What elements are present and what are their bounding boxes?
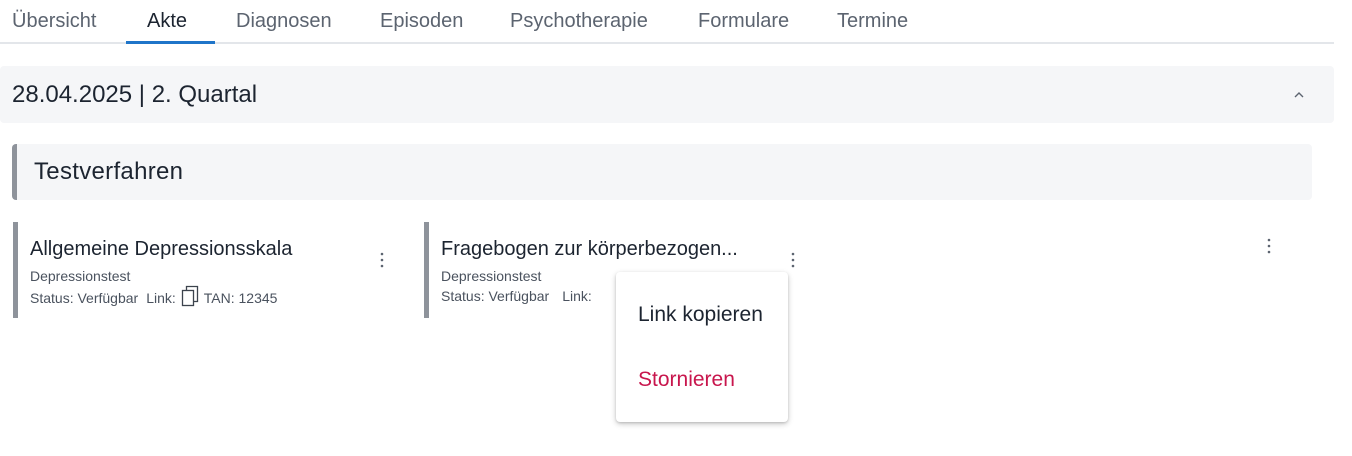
card-meta: Status: Verfügbar Link: TAN: 12345 xyxy=(30,285,278,308)
card-meta: Status: Verfügbar Link: xyxy=(441,288,592,304)
tab-formulare[interactable]: Formulare xyxy=(698,10,789,33)
card-category: Depressionstest xyxy=(30,268,131,284)
card-title: Fragebogen zur körperbezogen... xyxy=(441,238,738,260)
more-options-icon[interactable] xyxy=(787,250,799,270)
section-title: 28.04.2025 | 2. Quartal xyxy=(12,81,258,108)
tab-diagnosen[interactable]: Diagnosen xyxy=(236,10,332,33)
tab-termine[interactable]: Termine xyxy=(837,10,908,33)
quarter-section-header[interactable]: 28.04.2025 | 2. Quartal xyxy=(0,66,1334,123)
tab-akte[interactable]: Akte xyxy=(147,10,187,33)
active-tab-indicator xyxy=(126,41,215,44)
tab-psychotherapie[interactable]: Psychotherapie xyxy=(510,10,648,33)
card-link-label: Link: xyxy=(146,290,176,306)
card-link-label: Link: xyxy=(562,288,592,304)
tab-uebersicht[interactable]: Übersicht xyxy=(12,10,96,33)
test-card[interactable]: Allgemeine Depressionsskala Depressionst… xyxy=(13,222,393,318)
copy-icon[interactable] xyxy=(180,284,200,308)
menu-item-cancel[interactable]: Stornieren xyxy=(638,368,735,392)
tab-episoden[interactable]: Episoden xyxy=(380,10,463,33)
card-category: Depressionstest xyxy=(441,268,542,284)
group-title: Testverfahren xyxy=(34,158,184,185)
more-options-icon[interactable] xyxy=(376,250,388,270)
menu-item-copy-link[interactable]: Link kopieren xyxy=(638,303,763,327)
group-header: Testverfahren xyxy=(12,144,1312,200)
context-menu: Link kopieren Stornieren xyxy=(616,272,788,422)
card-title: Allgemeine Depressionsskala xyxy=(30,238,293,260)
card-status: Status: Verfügbar xyxy=(441,288,550,304)
chevron-up-icon[interactable] xyxy=(1290,88,1308,102)
card-tan: TAN: 12345 xyxy=(203,290,278,306)
tab-bar: Übersicht Akte Diagnosen Episoden Psycho… xyxy=(0,0,1334,44)
more-options-icon[interactable] xyxy=(1263,236,1275,256)
card-status: Status: Verfügbar xyxy=(30,290,139,306)
